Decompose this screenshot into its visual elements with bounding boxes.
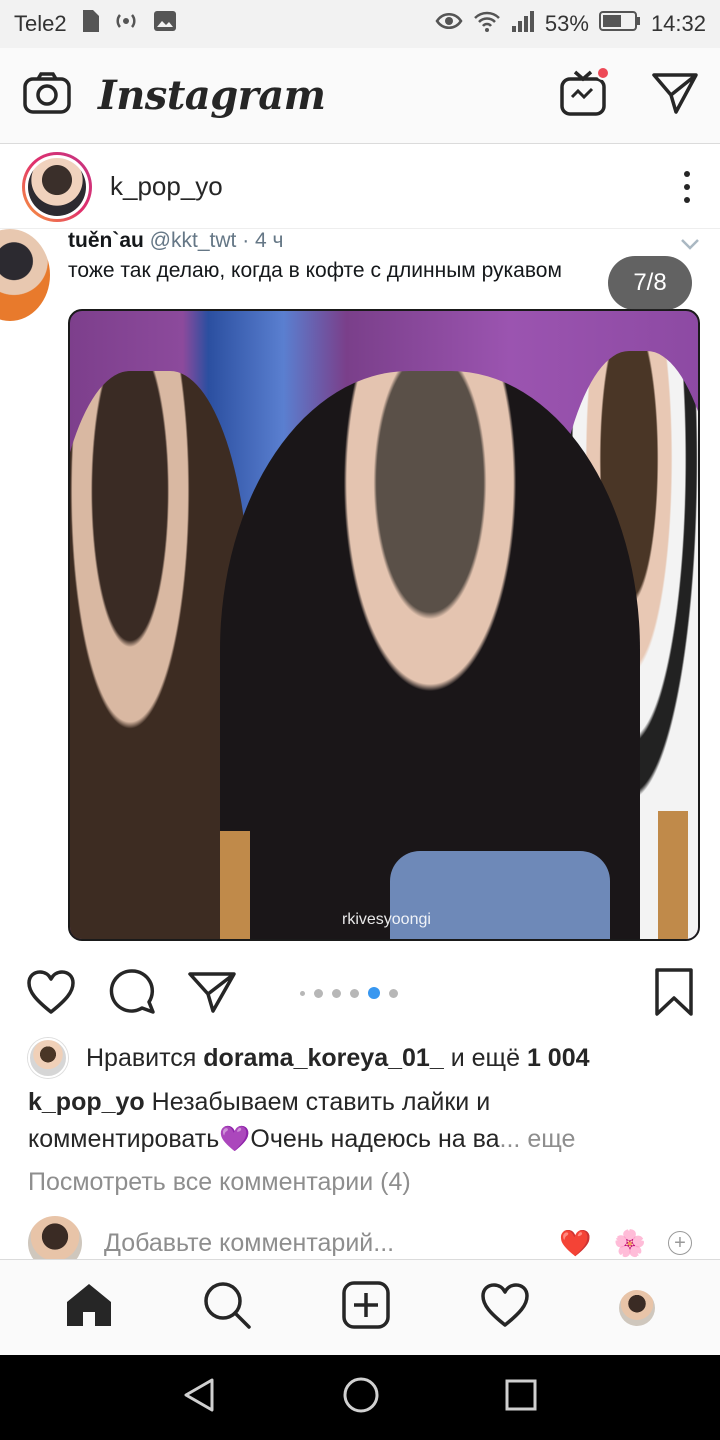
post-caption: k_pop_yo Незабываем ставить лайки и комм…: [28, 1084, 688, 1158]
clock: 14:32: [650, 11, 706, 36]
new-post-icon[interactable]: [342, 1281, 390, 1334]
post-header: k_pop_yo: [0, 145, 720, 229]
quick-reactions: ❤️ 🌸 +: [559, 1228, 692, 1259]
caption-ellipsis: ...: [499, 1125, 521, 1153]
like-heart-icon[interactable]: [26, 969, 76, 1020]
likes-middle: и ещё: [450, 1043, 520, 1072]
direct-message-icon[interactable]: [652, 72, 698, 119]
comment-bubble-icon[interactable]: [108, 968, 156, 1021]
caption-username[interactable]: k_pop_yo: [28, 1088, 145, 1116]
battery-percent: 53%: [544, 11, 589, 36]
tweet-display-name: tuěn`au: [68, 229, 144, 252]
hotspot-icon: [113, 10, 139, 38]
search-icon[interactable]: [202, 1280, 252, 1335]
tweet-video-frame: rkivesyoongi: [68, 309, 700, 941]
likes-prefix: Нравится: [86, 1043, 197, 1072]
instagram-logo: Instagram: [98, 72, 326, 119]
signal-icon: [511, 10, 535, 38]
igtv-icon[interactable]: [560, 66, 610, 121]
camera-icon[interactable]: [22, 71, 72, 120]
profile-avatar[interactable]: [619, 1289, 656, 1326]
eye-comfort-icon: [435, 11, 463, 37]
post-author-avatar[interactable]: [28, 157, 86, 216]
quick-reaction-heart-icon[interactable]: ❤️: [559, 1228, 591, 1259]
more-options-icon[interactable]: [684, 170, 698, 203]
add-comment-input[interactable]: Добавьте комментарий...: [104, 1229, 394, 1258]
tweet-handle: @kkt_twt: [149, 229, 237, 252]
carousel-counter: 7/8: [608, 256, 692, 310]
current-user-avatar: [28, 1216, 82, 1260]
tweet-avatar: [0, 229, 50, 321]
bottom-navigation: [0, 1259, 720, 1355]
caption-more-link[interactable]: еще: [527, 1125, 575, 1153]
system-navigation-bar: [0, 1355, 720, 1440]
home-icon[interactable]: [65, 1282, 113, 1333]
carrier-label: Tele2: [14, 11, 67, 36]
bookmark-icon[interactable]: [654, 967, 694, 1022]
liker-avatar: [28, 1038, 68, 1078]
likes-count[interactable]: 1 004: [527, 1044, 590, 1073]
share-paper-plane-icon[interactable]: [188, 971, 236, 1018]
add-reaction-icon[interactable]: +: [668, 1231, 692, 1255]
tweet-header: tuěn`au @kkt_twt · 4 ч: [68, 229, 284, 252]
app-header: Instagram: [0, 48, 720, 144]
likes-summary[interactable]: Нравится dorama_koreya_01_ и ещё 1 004: [28, 1038, 590, 1078]
notification-dot: [596, 66, 610, 80]
post-username[interactable]: k_pop_yo: [110, 171, 223, 202]
tweet-time: 4 ч: [255, 229, 284, 252]
story-ring[interactable]: [22, 151, 92, 222]
post-media[interactable]: tuěn`au @kkt_twt · 4 ч тоже так делаю, к…: [0, 229, 720, 951]
liker-username[interactable]: dorama_koreya_01_: [203, 1044, 443, 1073]
status-bar: Tele2 53% 14:32: [0, 0, 720, 48]
quick-reaction-flower-icon[interactable]: 🌸: [614, 1228, 646, 1259]
wifi-icon: [473, 10, 501, 38]
back-icon[interactable]: [182, 1377, 218, 1418]
sim-card-icon: [81, 10, 99, 38]
add-comment-row: Добавьте комментарий... ❤️ 🌸 +: [0, 1212, 720, 1260]
carousel-indicator: [300, 987, 398, 999]
home-circle-icon[interactable]: [342, 1376, 380, 1419]
image-notification-icon: [153, 10, 177, 38]
post-actions: [0, 951, 720, 1037]
battery-icon: [598, 10, 641, 38]
recents-icon[interactable]: [504, 1378, 538, 1417]
video-watermark: rkivesyoongi: [342, 911, 431, 928]
view-all-comments-link[interactable]: Посмотреть все комментарии (4): [28, 1168, 411, 1197]
tweet-text: тоже так делаю, когда в кофте с длинным …: [68, 259, 562, 282]
chevron-down-icon: [680, 237, 700, 255]
activity-heart-icon[interactable]: [480, 1282, 530, 1333]
